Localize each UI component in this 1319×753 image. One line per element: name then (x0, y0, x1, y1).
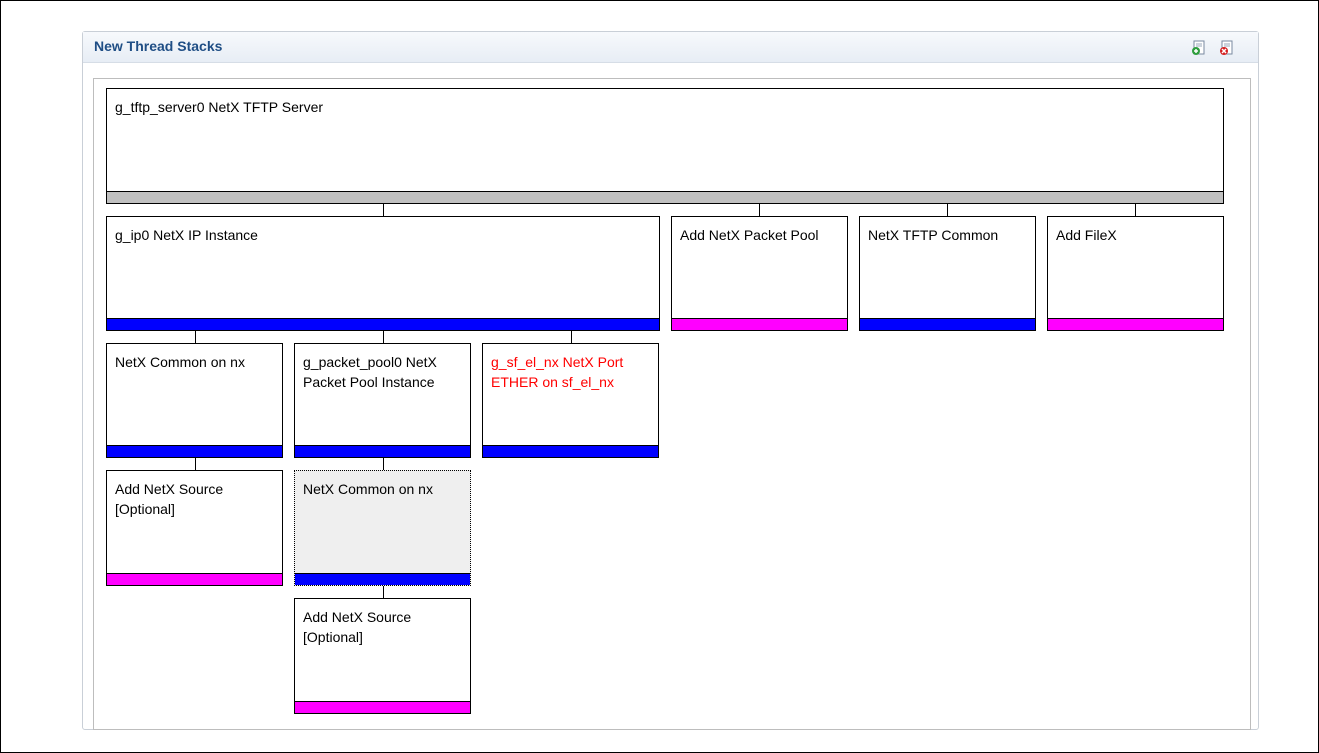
remove-stack-icon[interactable] (1219, 40, 1235, 56)
module-label: g_tftp_server0 NetX TFTP Server (115, 99, 324, 115)
module-add-netx-source[interactable]: Add NetX Source [Optional] (106, 470, 283, 586)
module-label-error: g_sf_el_nx NetX Port ETHER on sf_el_nx (491, 354, 624, 390)
module-packet-pool-instance[interactable]: g_packet_pool0 NetX Packet Pool Instance (294, 343, 471, 458)
connector (383, 458, 384, 470)
required-bar (295, 445, 470, 457)
module-tftp-common[interactable]: NetX TFTP Common (859, 216, 1036, 331)
module-add-filex[interactable]: Add FileX (1047, 216, 1224, 331)
module-netx-common-selected[interactable]: NetX Common on nx (294, 470, 471, 586)
connector (383, 586, 384, 598)
module-label: g_ip0 NetX IP Instance (115, 227, 258, 243)
module-label: Add NetX Source [Optional] (115, 481, 224, 517)
required-bar (107, 318, 659, 330)
top-bar (107, 191, 1223, 203)
module-netx-common[interactable]: NetX Common on nx (106, 343, 283, 458)
module-label: Add NetX Source [Optional] (303, 609, 412, 645)
module-label: NetX Common on nx (303, 481, 433, 497)
optional-bar (295, 701, 470, 713)
module-label: g_packet_pool0 NetX Packet Pool Instance (303, 354, 437, 390)
module-add-netx-source[interactable]: Add NetX Source [Optional] (294, 598, 471, 714)
connector (1135, 204, 1136, 216)
optional-bar (1048, 318, 1223, 330)
module-ip-instance[interactable]: g_ip0 NetX IP Instance (106, 216, 660, 331)
connector (947, 204, 948, 216)
connector (383, 204, 384, 216)
connector (195, 458, 196, 470)
module-label: NetX Common on nx (115, 354, 245, 370)
add-stack-icon[interactable] (1191, 40, 1207, 56)
required-bar (295, 573, 470, 585)
module-label: Add FileX (1056, 227, 1117, 243)
connector (571, 331, 572, 343)
connector (195, 331, 196, 343)
connector (759, 204, 760, 216)
module-add-packet-pool[interactable]: Add NetX Packet Pool (671, 216, 848, 331)
module-port-ether[interactable]: g_sf_el_nx NetX Port ETHER on sf_el_nx (482, 343, 659, 458)
module-label: NetX TFTP Common (868, 227, 999, 243)
connector (383, 331, 384, 343)
panel-title: New Thread Stacks (94, 38, 223, 54)
required-bar (483, 445, 658, 457)
module-tftp-server[interactable]: g_tftp_server0 NetX TFTP Server (106, 88, 1224, 204)
optional-bar (107, 573, 282, 585)
required-bar (860, 318, 1035, 330)
module-label: Add NetX Packet Pool (680, 227, 819, 243)
optional-bar (672, 318, 847, 330)
panel-header: New Thread Stacks (83, 32, 1258, 63)
required-bar (107, 445, 282, 457)
